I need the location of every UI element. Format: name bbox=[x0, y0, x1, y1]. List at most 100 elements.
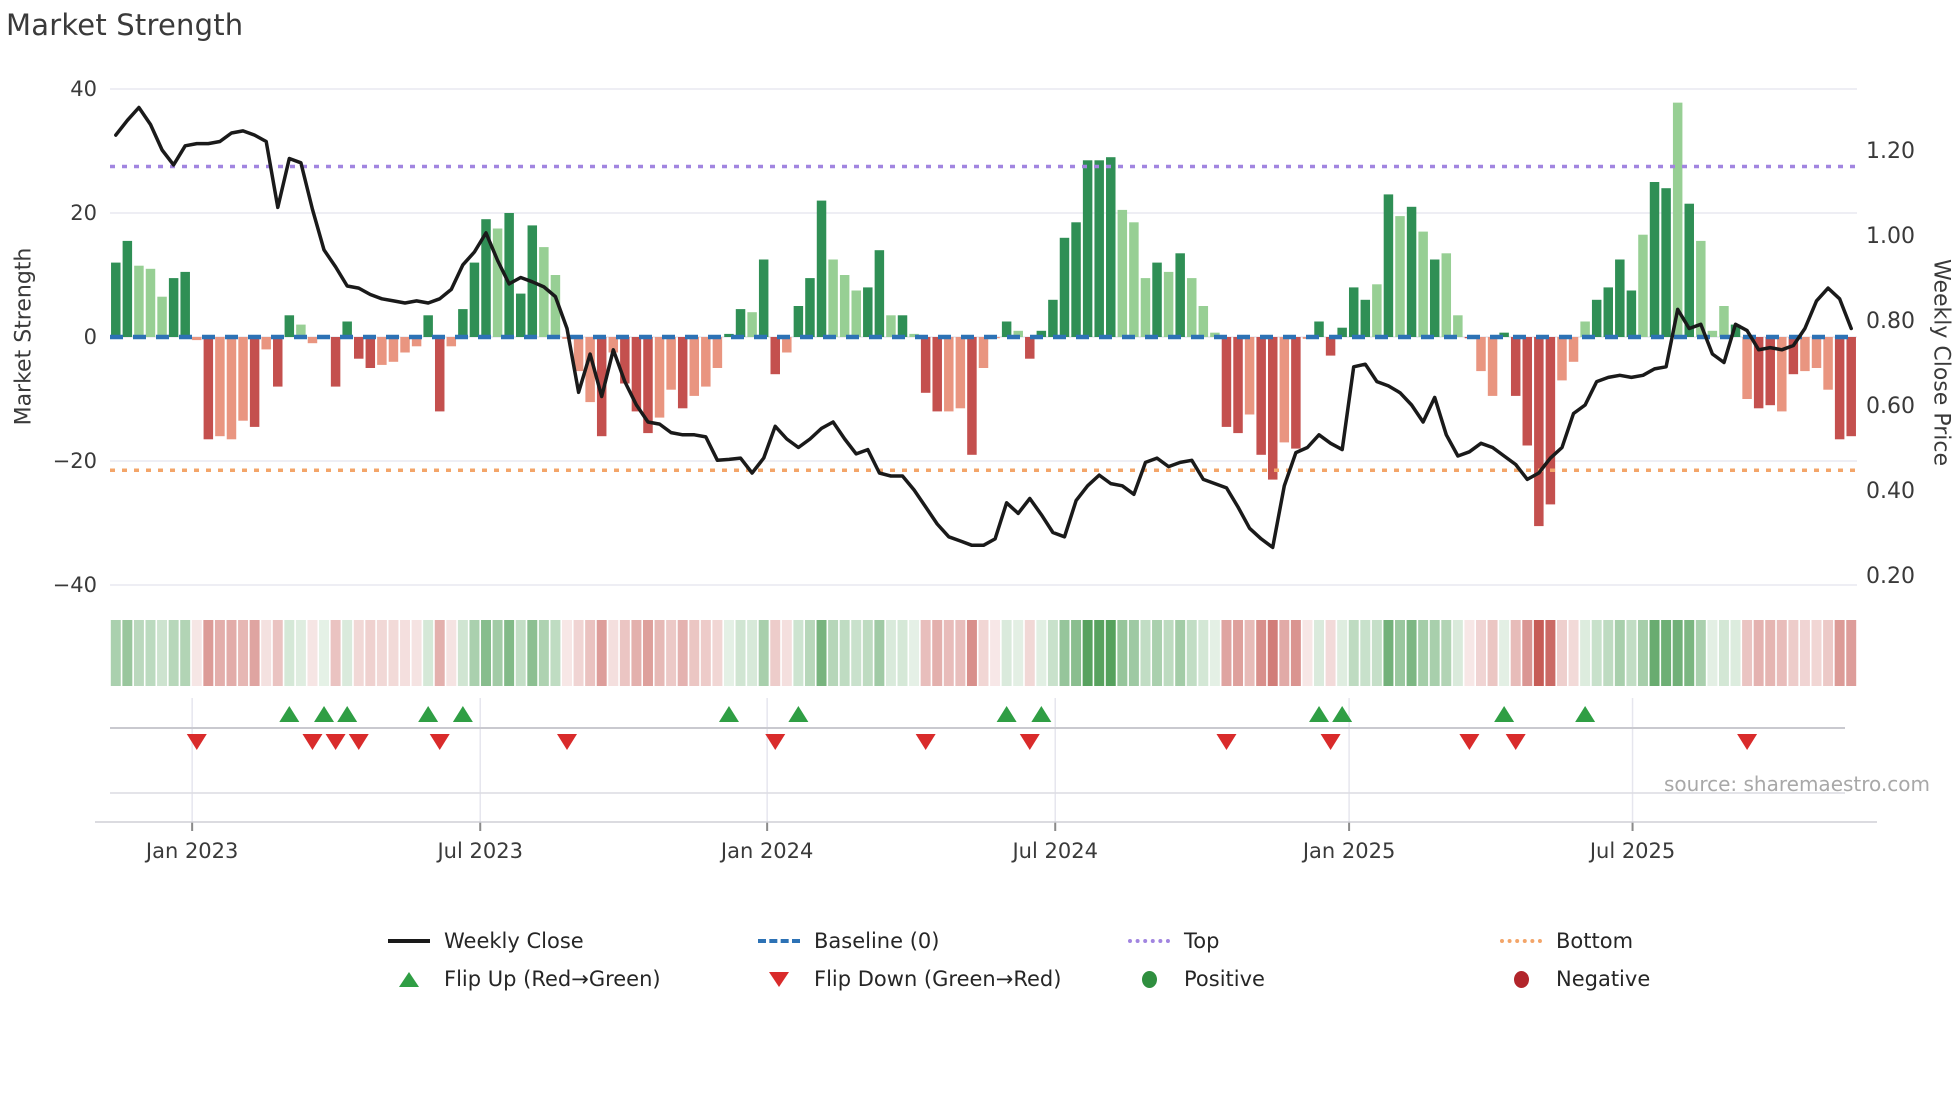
strength-bar bbox=[782, 337, 792, 353]
legend-item-top: Top bbox=[1128, 928, 1219, 954]
heatmap-cell bbox=[1730, 620, 1741, 686]
strength-bar bbox=[944, 337, 954, 412]
heatmap-cell bbox=[284, 620, 295, 686]
strength-bar bbox=[1163, 271, 1174, 337]
heatmap-cell bbox=[1452, 620, 1463, 686]
x-axis-tick-label: Jan 2024 bbox=[719, 839, 814, 863]
strength-bar bbox=[1811, 337, 1822, 368]
strength-bar bbox=[192, 337, 202, 341]
flip-down-marker bbox=[429, 734, 450, 750]
strength-bar bbox=[261, 337, 271, 350]
heatmap-cell bbox=[642, 620, 653, 686]
x-axis-tick-label: Jan 2023 bbox=[144, 839, 239, 863]
heatmap-cell bbox=[955, 620, 966, 686]
heatmap-cell bbox=[897, 620, 908, 686]
legend-label: Flip Down (Green→Red) bbox=[814, 967, 1062, 991]
strength-bar bbox=[226, 337, 237, 440]
strength-bar bbox=[677, 337, 688, 409]
heatmap-cell bbox=[1302, 620, 1313, 686]
strength-bar bbox=[1441, 253, 1452, 337]
heatmap-cell bbox=[1649, 620, 1660, 686]
strength-bar bbox=[284, 315, 295, 337]
heatmap-cell bbox=[1765, 620, 1776, 686]
flip-up-marker bbox=[788, 706, 809, 722]
heatmap-cell bbox=[388, 620, 399, 686]
heatmap-cell bbox=[1545, 620, 1556, 686]
heatmap-cell bbox=[307, 620, 318, 686]
strength-bar bbox=[1291, 337, 1301, 449]
heatmap-cell bbox=[1834, 620, 1845, 686]
flip-up-triangle-icon bbox=[388, 971, 430, 987]
heatmap-cell bbox=[515, 620, 526, 686]
heatmap-cell bbox=[1290, 620, 1301, 686]
strength-bar bbox=[978, 337, 989, 368]
strength-bar bbox=[539, 247, 549, 337]
flip-up-marker bbox=[452, 706, 473, 722]
strength-bar bbox=[805, 278, 815, 337]
heatmap-cell bbox=[1591, 620, 1602, 686]
heatmap-cell bbox=[457, 620, 468, 686]
strength-bar bbox=[1823, 337, 1833, 390]
heatmap-cell bbox=[133, 620, 144, 686]
heatmap-cell bbox=[1360, 620, 1371, 686]
heatmap-cell bbox=[735, 620, 746, 686]
heatmap-cell bbox=[747, 620, 758, 686]
strength-bar bbox=[1048, 299, 1058, 337]
strength-bar bbox=[897, 315, 908, 337]
legend-item-flip-down: Flip Down (Green→Red) bbox=[758, 966, 1061, 992]
heatmap-cell bbox=[168, 620, 179, 686]
strength-bar bbox=[492, 228, 503, 337]
heatmap-cell bbox=[1707, 620, 1718, 686]
chart-legend: Weekly Close Baseline (0) Top Bottom Fli… bbox=[0, 920, 1960, 1010]
heatmap-cell bbox=[481, 620, 491, 686]
heatmap-cell bbox=[654, 620, 665, 686]
heatmap-cell bbox=[295, 620, 306, 686]
heatmap-cell bbox=[1487, 620, 1498, 686]
strength-bar bbox=[1395, 216, 1405, 337]
heatmap-cell bbox=[1348, 620, 1359, 686]
heatmap-cell bbox=[585, 620, 596, 686]
strength-bar bbox=[1418, 231, 1428, 337]
flip-up-marker bbox=[314, 706, 335, 722]
strength-bar bbox=[238, 337, 248, 421]
heatmap-cell bbox=[723, 620, 734, 686]
heatmap-cell bbox=[1371, 620, 1382, 686]
heatmap-cell bbox=[1383, 620, 1394, 686]
strength-bar bbox=[1672, 102, 1683, 337]
strength-bar bbox=[920, 337, 931, 393]
heatmap-cell bbox=[1094, 620, 1105, 686]
x-axis-tick-label: Jul 2023 bbox=[435, 839, 522, 863]
heatmap-cell bbox=[689, 620, 700, 686]
flip-up-marker bbox=[1575, 706, 1596, 722]
flip-down-marker bbox=[348, 734, 369, 750]
heatmap-cell bbox=[122, 620, 133, 686]
strength-bar bbox=[967, 337, 977, 455]
heatmap-cell bbox=[261, 620, 272, 686]
heatmap-cell bbox=[966, 620, 977, 686]
strength-bar bbox=[1001, 321, 1012, 337]
weekly-close-line bbox=[114, 105, 1853, 550]
flip-up-marker bbox=[279, 706, 300, 722]
strength-bar bbox=[816, 200, 827, 337]
strength-bar bbox=[839, 275, 850, 337]
flip-down-marker bbox=[1320, 734, 1341, 750]
heatmap-cell bbox=[1140, 620, 1151, 686]
strength-bar bbox=[828, 259, 838, 337]
strength-bar bbox=[1140, 278, 1151, 337]
strength-bar bbox=[145, 268, 156, 337]
strength-bar bbox=[122, 240, 133, 337]
heatmap-cell bbox=[1198, 620, 1209, 686]
strength-bar bbox=[1615, 259, 1625, 337]
heatmap-cell bbox=[1788, 620, 1799, 686]
heatmap-cell bbox=[1429, 620, 1440, 686]
flip-up-marker bbox=[1494, 706, 1515, 722]
legend-item-positive: Positive bbox=[1128, 966, 1265, 992]
right-y-tick-label: 0.40 bbox=[1866, 479, 1915, 504]
strength-bar bbox=[1510, 337, 1521, 396]
strength-bar bbox=[111, 262, 121, 337]
heatmap-cell bbox=[885, 620, 896, 686]
flip-down-marker bbox=[302, 734, 323, 750]
strength-bar bbox=[515, 293, 526, 337]
heatmap-cell bbox=[376, 620, 387, 686]
heatmap-cell bbox=[1163, 620, 1174, 686]
